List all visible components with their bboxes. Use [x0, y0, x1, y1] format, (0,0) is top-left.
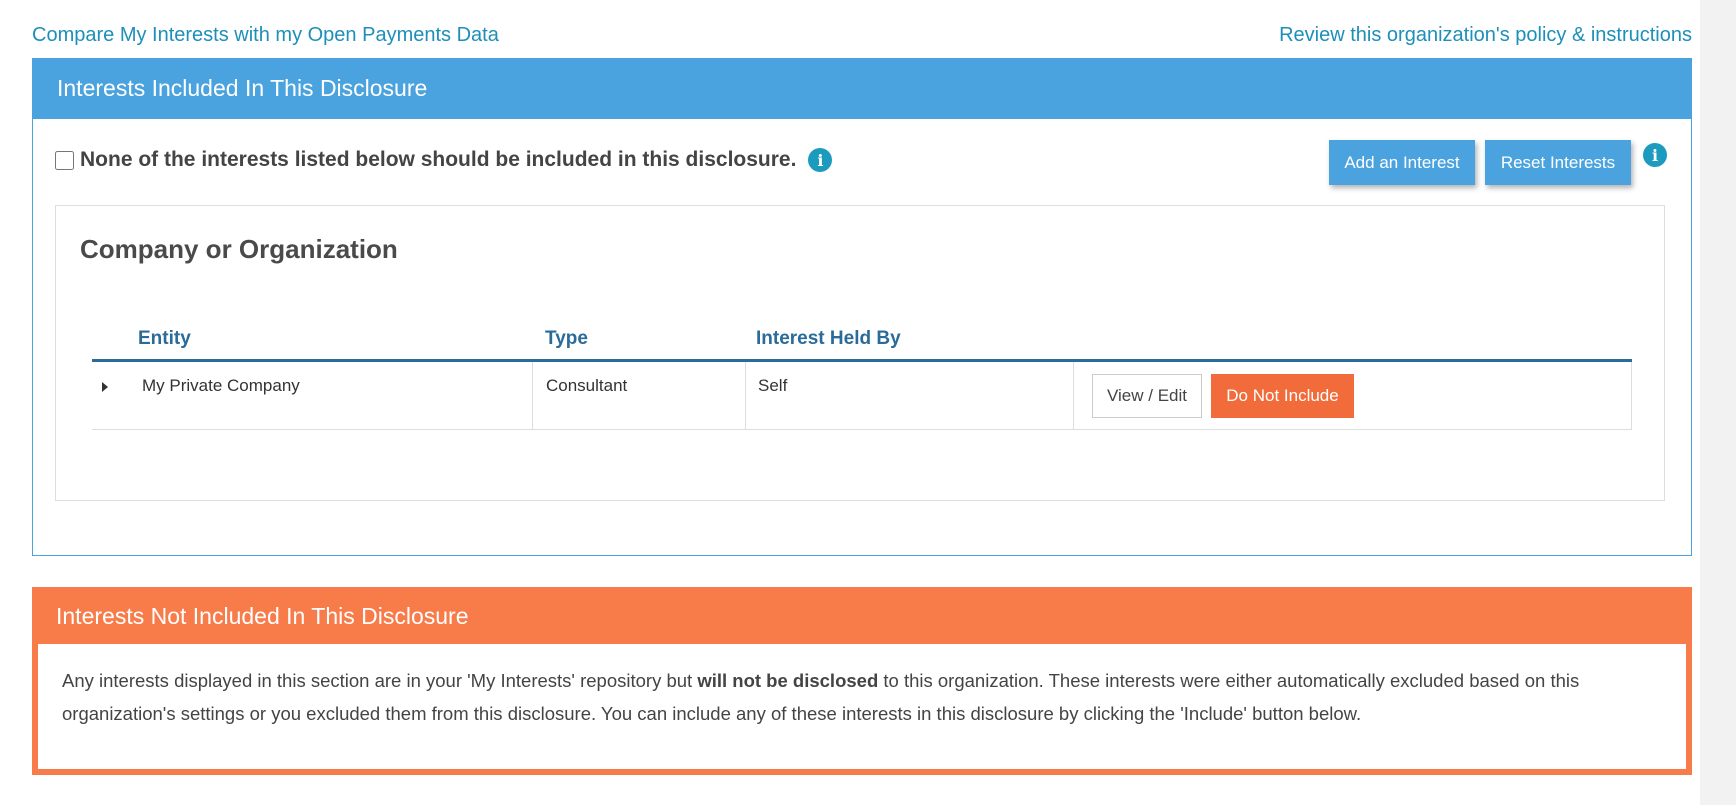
caret-right-icon[interactable]	[102, 382, 108, 392]
review-policy-link[interactable]: Review this organization's policy & inst…	[1279, 24, 1692, 47]
info-icon[interactable]: i	[808, 148, 833, 172]
cell-held-by: Self	[745, 362, 1073, 430]
top-clipped-text	[0, 0, 1736, 6]
cell-entity: My Private Company	[142, 376, 300, 395]
cell-type: Consultant	[532, 362, 745, 430]
excluded-text-bold: will not be disclosed	[697, 670, 879, 691]
column-header-type[interactable]: Type	[545, 328, 588, 350]
view-edit-button[interactable]: View / Edit	[1092, 374, 1202, 418]
excluded-panel-header: Interests Not Included In This Disclosur…	[56, 603, 469, 629]
excluded-text-start: Any interests displayed in this section …	[62, 670, 698, 691]
included-interests-panel: Interests Included In This Disclosure No…	[32, 58, 1692, 556]
included-panel-header: Interests Included In This Disclosure	[33, 59, 1691, 119]
do-not-include-button[interactable]: Do Not Include	[1211, 374, 1354, 418]
info-icon[interactable]: i	[1643, 143, 1667, 167]
reset-interests-button[interactable]: Reset Interests	[1485, 140, 1631, 185]
table-header: Entity Type Interest Held By	[92, 324, 1632, 362]
table-row: My Private Company Consultant Self View …	[92, 362, 1632, 430]
group-title: Company or Organization	[80, 234, 398, 264]
add-interest-button[interactable]: Add an Interest	[1329, 140, 1475, 185]
compare-open-payments-link[interactable]: Compare My Interests with my Open Paymen…	[32, 24, 499, 47]
page-gutter	[1700, 0, 1736, 805]
excluded-interests-panel: Interests Not Included In This Disclosur…	[32, 587, 1692, 775]
links-row: Compare My Interests with my Open Paymen…	[32, 24, 1692, 52]
none-included-label[interactable]: None of the interests listed below shoul…	[80, 148, 796, 172]
excluded-description: Any interests displayed in this section …	[38, 644, 1686, 769]
none-included-row: None of the interests listed below shoul…	[55, 145, 833, 175]
column-header-entity[interactable]: Entity	[138, 328, 191, 350]
none-included-checkbox[interactable]	[55, 150, 74, 170]
company-organization-group: Company or Organization Entity Type Inte…	[55, 205, 1665, 501]
column-header-held-by[interactable]: Interest Held By	[756, 328, 901, 350]
